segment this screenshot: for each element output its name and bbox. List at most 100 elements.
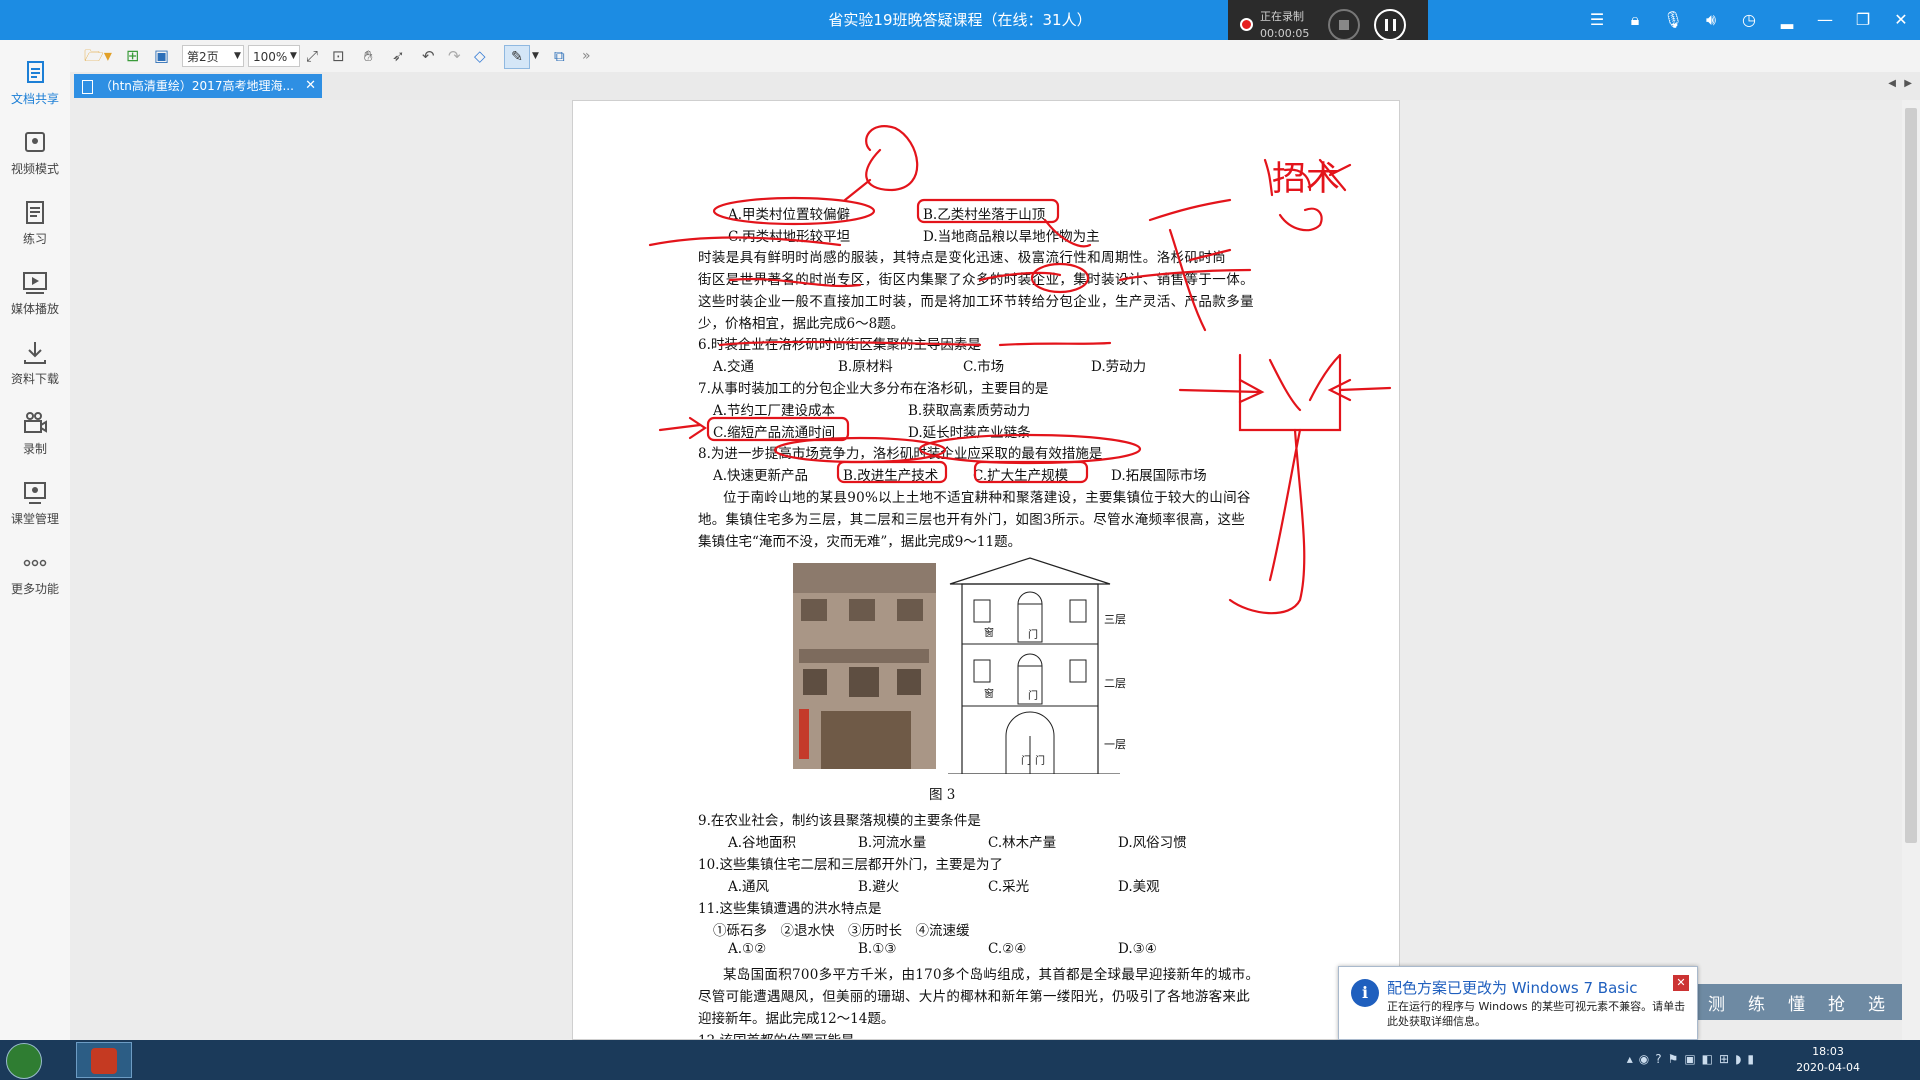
- file-icon: [82, 80, 93, 94]
- video-mode-icon: [25, 132, 45, 152]
- door-label: 门: [1028, 691, 1038, 702]
- media-play-icon: [23, 272, 47, 294]
- signal-icon[interactable]: ▂: [1776, 9, 1798, 31]
- passage-line: 集镇住宅“淹而不没，灾而无难”，据此完成9～11题。: [698, 534, 1022, 550]
- lock-icon[interactable]: 🔒︎: [1624, 9, 1646, 31]
- option-9d: D.风俗习惯: [1118, 835, 1187, 851]
- sidebar-item-media-play[interactable]: 媒体播放: [0, 260, 70, 322]
- sidebar-item-record[interactable]: 录制: [0, 400, 70, 462]
- option-5d: D.当地商品粮以旱地作物为主: [923, 229, 1100, 245]
- figure-caption: 图 3: [929, 787, 956, 803]
- quick-action-bar: 测 练 懂 抢 选: [1696, 984, 1902, 1020]
- quick-understand-button[interactable]: 懂: [1788, 990, 1805, 1015]
- recording-time: 00:00:05: [1260, 27, 1310, 40]
- taskbar-app-button[interactable]: [76, 1042, 132, 1078]
- system-clock[interactable]: 18:03 2020-04-04: [1796, 1044, 1860, 1076]
- passage-line: 时装是具有鲜明时尚感的服装，其特点是变化迅速、极富流行性和周期性。洛杉矶时尚: [698, 250, 1227, 266]
- question-7: 7.从事时装加工的分包企业大多分布在洛杉矶，主要目的是: [698, 381, 1049, 397]
- close-icon[interactable]: ✕: [1890, 9, 1912, 31]
- tab-document[interactable]: （htn高清重绘）2017高考地理海... ✕: [74, 74, 322, 98]
- vertical-scrollbar[interactable]: [1902, 100, 1920, 1040]
- option-9a: A.谷地面积: [728, 835, 797, 851]
- sidebar-item-document-share[interactable]: 文档共享: [0, 50, 70, 112]
- scroll-right-icon[interactable]: ▶: [1904, 78, 1912, 89]
- tab-label: （htn高清重绘）2017高考地理海...: [100, 79, 294, 93]
- scroll-left-icon[interactable]: ◀: [1888, 78, 1896, 89]
- restore-icon[interactable]: ❐: [1852, 9, 1874, 31]
- minimize-icon[interactable]: —: [1814, 9, 1836, 31]
- quick-test-button[interactable]: 测: [1708, 990, 1725, 1015]
- chevron-down-icon: ▼: [290, 51, 297, 61]
- menu-icon[interactable]: ☰: [1586, 9, 1608, 31]
- question-8: 8.为进一步提高市场竞争力，洛杉矶时装企业应采取的最有效措施是: [698, 446, 1103, 462]
- option-11b: B.①③: [858, 941, 897, 957]
- microphone-icon[interactable]: 🎙︎: [1662, 9, 1684, 31]
- sidebar-item-download[interactable]: 资料下载: [0, 330, 70, 392]
- close-notification-icon[interactable]: ✕: [1673, 975, 1689, 991]
- fit-page-icon[interactable]: ⊡: [332, 45, 345, 67]
- eraser-icon[interactable]: ◇: [474, 45, 486, 67]
- option-5b: B.乙类村坐落于山顶: [923, 207, 1046, 223]
- save-icon[interactable]: ▣: [154, 45, 169, 67]
- option-9b: B.河流水量: [858, 835, 927, 851]
- sidebar-item-exercise[interactable]: 练习: [0, 190, 70, 252]
- screenshot-icon[interactable]: ⧉: [554, 45, 565, 67]
- chevron-down-icon[interactable]: ▼: [532, 45, 539, 67]
- sidebar-item-more[interactable]: 更多功能: [0, 540, 70, 602]
- scrollbar-thumb[interactable]: [1905, 108, 1917, 843]
- quick-select-button[interactable]: 选: [1868, 990, 1885, 1015]
- option-10a: A.通风: [728, 879, 770, 895]
- door-label: 门: [1035, 756, 1045, 767]
- option-6c: C.市场: [963, 359, 1005, 375]
- open-folder-icon[interactable]: 🗁︎▾: [84, 45, 112, 67]
- hand-tool-icon[interactable]: ✋︎: [364, 45, 373, 67]
- question-6: 6.时装企业在洛杉矶时尚街区集聚的主导因素是: [698, 337, 981, 353]
- info-icon: i: [1351, 979, 1379, 1007]
- fit-screen-icon[interactable]: ⤢: [306, 45, 318, 67]
- question-11: 11.这些集镇遭遇的洪水特点是: [698, 901, 882, 917]
- question-12: 12.该国首都的位置可能是: [698, 1029, 854, 1039]
- floor-3-label: 三层: [1104, 613, 1126, 626]
- notification-body: 正在运行的程序与 Windows 的某些可视元素不兼容。请单击此处获取详细信息。: [1387, 1000, 1686, 1028]
- close-tab-icon[interactable]: ✕: [305, 74, 316, 98]
- option-7d: D.延长时装产业链条: [908, 425, 1031, 441]
- undo-icon[interactable]: ↶: [422, 45, 435, 67]
- app-icon: [91, 1048, 117, 1074]
- stop-record-button[interactable]: [1328, 9, 1360, 41]
- document-toolbar: 🗁︎▾ ⊞ ▣ 第2页 ▼ 100% ▼ ⤢ ⊡ ✋︎ ➶ ↶ ↷ ◇ ✎ ▼ …: [70, 40, 1920, 73]
- add-document-icon[interactable]: ⊞: [126, 45, 139, 67]
- door-label: 门: [1028, 630, 1038, 641]
- option-5a: A.甲类村位置较偏僻: [728, 207, 851, 223]
- recording-dot-icon: [1240, 18, 1253, 31]
- redo-icon[interactable]: ↷: [448, 45, 461, 67]
- option-8d: D.拓展国际市场: [1111, 468, 1207, 484]
- class-manage-icon: [24, 482, 46, 504]
- floor-1-label: 一层: [1104, 738, 1126, 751]
- clock-icon[interactable]: ◷: [1738, 9, 1760, 31]
- passage-line: 这些时装企业一般不直接加工时装，而是将加工环节转给分包企业，生产灵活、产品款多量: [698, 294, 1254, 310]
- sidebar-item-class-manage[interactable]: 课堂管理: [0, 470, 70, 532]
- pen-icon[interactable]: ✎: [504, 45, 530, 69]
- expand-icon[interactable]: »: [582, 45, 591, 67]
- sidebar: 文档共享 视频模式 练习 媒体播放 资料下载 录制 课堂管理 更多功能: [0, 40, 71, 1040]
- option-11a: A.①②: [728, 941, 767, 957]
- quick-grab-button[interactable]: 抢: [1828, 990, 1845, 1015]
- record-icon: [24, 412, 47, 433]
- speaker-icon[interactable]: 🔊︎: [1700, 9, 1722, 31]
- pause-record-button[interactable]: [1374, 9, 1406, 41]
- option-10c: C.采光: [988, 879, 1030, 895]
- pointer-icon[interactable]: ➶: [392, 45, 405, 67]
- option-10d: D.美观: [1118, 879, 1160, 895]
- windows-notification[interactable]: i 配色方案已更改为 Windows 7 Basic 正在运行的程序与 Wind…: [1338, 966, 1698, 1040]
- passage-line: 迎接新年。据此完成12～14题。: [698, 1011, 895, 1027]
- option-6d: D.劳动力: [1091, 359, 1147, 375]
- question-9: 9.在农业社会，制约该县聚落规模的主要条件是: [698, 813, 981, 829]
- quick-practice-button[interactable]: 练: [1748, 990, 1765, 1015]
- download-icon: [24, 342, 46, 364]
- tray-icons[interactable]: ▴◉?⚑▣◧⊞◗▮: [1627, 1052, 1760, 1066]
- recording-status: 正在录制: [1260, 10, 1304, 23]
- start-button[interactable]: [6, 1043, 42, 1079]
- window-label: 窗: [984, 628, 994, 639]
- option-11c: C.②④: [988, 941, 1027, 957]
- sidebar-item-video-mode[interactable]: 视频模式: [0, 120, 70, 182]
